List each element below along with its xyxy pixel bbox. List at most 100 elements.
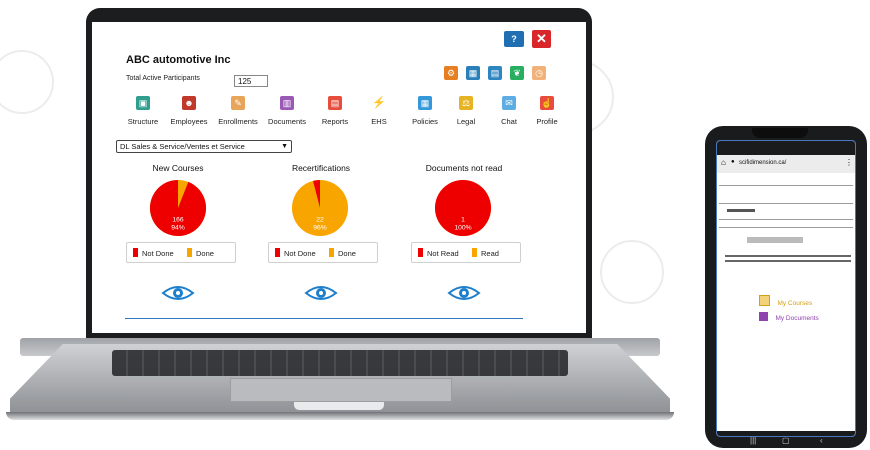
participants-field[interactable]: 125	[234, 75, 268, 87]
phone-divider	[719, 227, 853, 228]
phone-screen: ⌂ ● scifidimension.ca/ ⋮ My Courses My D…	[716, 140, 856, 437]
phone-nav-buttons: ||| ▢ ‹	[716, 436, 856, 446]
chart-legend: Not Done Done	[268, 242, 378, 263]
laptop-trackpad	[230, 378, 452, 402]
eye-icon[interactable]	[304, 284, 338, 302]
pie-count: 166	[172, 217, 184, 224]
chart-legend: Not Done Done	[126, 242, 236, 263]
leaf-icon[interactable]: ❦	[510, 66, 524, 80]
home-button-icon[interactable]: ▢	[782, 436, 790, 445]
legend-swatch-red	[418, 248, 423, 257]
back-icon[interactable]: ‹	[820, 436, 823, 445]
watermark	[0, 50, 54, 114]
phone-placeholder-text	[725, 255, 851, 257]
eye-icon[interactable]	[161, 284, 195, 302]
nav-item-enrollments[interactable]: ✎ Enrollments	[210, 96, 266, 126]
phone-link-label: My Documents	[775, 315, 819, 322]
home-icon: ⌂	[721, 158, 726, 167]
chat-icon: ✉	[502, 96, 516, 110]
structure-icon: ▣	[136, 96, 150, 110]
legend-item: Not Read	[418, 248, 459, 258]
employees-icon: ☻	[182, 96, 196, 110]
panel-title: New Courses	[152, 163, 204, 173]
company-name: ABC automotive Inc	[126, 54, 231, 66]
pie-chart-documents-not-read: 1 100%	[434, 179, 492, 237]
nav-item-employees[interactable]: ☻ Employees	[161, 96, 217, 126]
profile-icon: ☝	[540, 96, 554, 110]
laptop-keyboard	[112, 350, 568, 376]
phone-placeholder-text	[727, 209, 755, 212]
department-select[interactable]: DL Sales & Service/Ventes et Service ▼	[116, 140, 292, 153]
pie-chart-recertifications: 22 96%	[291, 179, 349, 237]
module-nav: ▣ Structure ☻ Employees ✎ Enrollments ▥ …	[115, 96, 571, 132]
laptop-screen: ABC automotive Inc Total Active Particip…	[92, 22, 586, 333]
phone-link-my-documents[interactable]: My Documents	[759, 307, 819, 325]
timer-icon[interactable]: ◷	[532, 66, 546, 80]
panel-title: Documents not read	[425, 163, 503, 173]
courses-icon	[759, 295, 770, 306]
enrollments-icon: ✎	[231, 96, 245, 110]
panel-title: Recertifications	[291, 163, 351, 173]
divider	[125, 318, 523, 319]
ehs-icon: ⚡	[372, 96, 386, 110]
legend-item: Done	[329, 248, 356, 258]
legend-label: Not Read	[427, 249, 459, 258]
pie-percent: 96%	[313, 224, 327, 231]
phone-divider	[719, 185, 853, 186]
laptop-notch	[294, 402, 384, 410]
phone-divider	[719, 203, 853, 204]
phone-placeholder-field	[747, 237, 803, 243]
nav-label: Profile	[536, 117, 558, 126]
policies-icon: ▦	[418, 96, 432, 110]
laptop-shadow	[6, 412, 674, 420]
phone-notch	[752, 128, 808, 138]
phone-address-bar[interactable]: ⌂ ● scifidimension.ca/ ⋮	[717, 155, 855, 173]
chevron-down-icon: ▼	[281, 143, 288, 150]
legend-swatch-red	[275, 248, 280, 257]
legend-swatch-orange	[329, 248, 334, 257]
legend-label: Not Done	[284, 249, 316, 258]
legend-swatch-red	[133, 248, 138, 257]
pie-chart-new-courses: 166 94%	[149, 179, 207, 237]
files-icon[interactable]: ▤	[488, 66, 502, 80]
settings-icon[interactable]: ⚙	[444, 66, 458, 80]
legend-label: Done	[196, 249, 214, 258]
phone-placeholder-text	[725, 260, 851, 262]
legend-swatch-orange	[187, 248, 192, 257]
pie-count: 22	[316, 217, 324, 224]
pie-percent: 100%	[454, 224, 471, 231]
legend-label: Not Done	[142, 249, 174, 258]
legend-item: Not Done	[275, 248, 316, 258]
eye-icon[interactable]	[447, 284, 481, 302]
nav-label: Employees	[170, 117, 208, 126]
menu-icon[interactable]: ⋮	[845, 158, 853, 167]
help-button[interactable]: ?	[504, 31, 524, 47]
legend-label: Done	[338, 249, 356, 258]
documents-icon	[759, 312, 768, 321]
phone-link-label: My Courses	[777, 300, 813, 307]
legend-item: Done	[187, 248, 214, 258]
legend-item: Read	[472, 248, 499, 258]
network-icon[interactable]: ▦	[466, 66, 480, 80]
recent-apps-icon[interactable]: |||	[750, 436, 756, 445]
phone-url: scifidimension.ca/	[739, 160, 787, 166]
legend-swatch-orange	[472, 248, 477, 257]
phone-status-bar	[717, 141, 855, 155]
documents-icon: ▥	[280, 96, 294, 110]
close-x-icon: ✕	[536, 31, 547, 46]
close-button[interactable]: ✕	[532, 30, 551, 48]
chart-legend: Not Read Read	[411, 242, 521, 263]
phone-divider	[719, 219, 853, 220]
reports-icon: ▤	[328, 96, 342, 110]
participants-label: Total Active Participants	[126, 75, 200, 82]
legend-label: Read	[481, 249, 499, 258]
lock-icon: ●	[731, 159, 735, 165]
pie-percent: 94%	[171, 224, 185, 231]
question-icon: ?	[511, 34, 517, 44]
legend-item: Not Done	[133, 248, 174, 258]
legal-icon: ⚖	[459, 96, 473, 110]
department-select-value: DL Sales & Service/Ventes et Service	[120, 142, 245, 151]
watermark	[600, 240, 664, 304]
nav-item-profile[interactable]: ☝ Profile	[519, 96, 575, 126]
nav-label: Enrollments	[218, 117, 258, 126]
